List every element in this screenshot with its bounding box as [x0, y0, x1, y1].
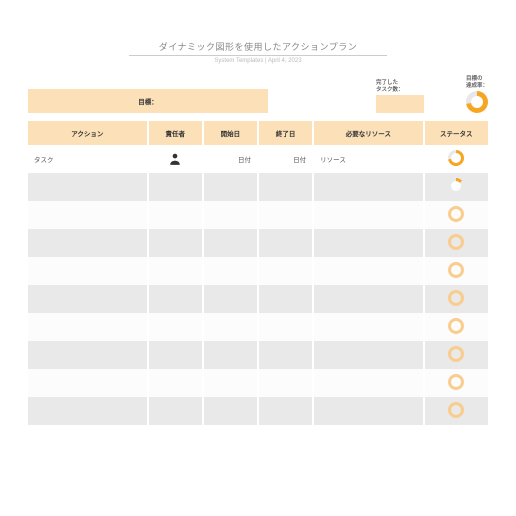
cell-action[interactable] [28, 201, 148, 229]
cell-end[interactable] [258, 229, 313, 257]
cell-person[interactable] [148, 145, 203, 173]
status-ring-icon [448, 290, 464, 306]
page-subtitle: System Templates | April 4, 2023 [28, 58, 488, 64]
col-resource: 必要なリソース [313, 121, 423, 145]
cell-person[interactable] [148, 229, 203, 257]
cell-status[interactable] [424, 229, 488, 257]
cell-action[interactable] [28, 229, 148, 257]
cell-action[interactable] [28, 313, 148, 341]
cell-person[interactable] [148, 201, 203, 229]
table-row[interactable] [28, 257, 488, 285]
table-row[interactable] [28, 397, 488, 425]
cell-person[interactable] [148, 397, 203, 425]
cell-start[interactable] [203, 341, 258, 369]
table-row[interactable] [28, 285, 488, 313]
person-icon [168, 152, 182, 166]
cell-resource[interactable] [313, 369, 423, 397]
completed-tasks-label: 完了した タスク数： [376, 80, 424, 93]
cell-person[interactable] [148, 285, 203, 313]
cell-resource[interactable] [313, 201, 423, 229]
cell-action[interactable] [28, 257, 148, 285]
cell-person[interactable] [148, 257, 203, 285]
cell-resource[interactable] [313, 285, 423, 313]
table-row[interactable] [28, 201, 488, 229]
cell-end[interactable] [258, 257, 313, 285]
cell-start[interactable] [203, 285, 258, 313]
goal-box[interactable]: 目標： [28, 89, 268, 113]
cell-action[interactable] [28, 173, 148, 201]
cell-status[interactable] [424, 397, 488, 425]
cell-status[interactable] [424, 341, 488, 369]
status-ring-icon [448, 374, 464, 390]
cell-start[interactable] [203, 229, 258, 257]
cell-end[interactable] [258, 369, 313, 397]
cell-status[interactable] [424, 369, 488, 397]
completed-tasks-box[interactable] [376, 95, 424, 113]
cell-action[interactable] [28, 369, 148, 397]
cell-resource[interactable] [313, 173, 423, 201]
table-row[interactable] [28, 369, 488, 397]
cell-resource[interactable] [313, 397, 423, 425]
cell-end[interactable] [258, 285, 313, 313]
col-action: アクション [28, 121, 148, 145]
cell-end[interactable] [258, 201, 313, 229]
col-start: 開始日 [203, 121, 258, 145]
status-ring-icon [448, 234, 464, 250]
page-title: ダイナミック図形を使用したアクションプラン [129, 40, 388, 56]
cell-resource[interactable] [313, 257, 423, 285]
col-end: 終了日 [258, 121, 313, 145]
cell-end[interactable]: 日付 [258, 145, 313, 173]
action-table: アクション 責任者 開始日 終了日 必要なリソース ステータス タスク日付日付リ… [28, 121, 488, 425]
cell-person[interactable] [148, 369, 203, 397]
cell-status[interactable] [424, 201, 488, 229]
cell-status[interactable] [424, 145, 488, 173]
cell-action[interactable] [28, 341, 148, 369]
cell-start[interactable]: 日付 [203, 145, 258, 173]
cell-start[interactable] [203, 257, 258, 285]
topbar: 目標： 完了した タスク数： 目標の 達成率： [28, 76, 488, 113]
col-person: 責任者 [148, 121, 203, 145]
table-row[interactable] [28, 313, 488, 341]
status-ring-icon [448, 206, 464, 222]
table-row[interactable] [28, 173, 488, 201]
cell-resource[interactable] [313, 341, 423, 369]
status-ring-icon [448, 178, 464, 194]
table-header-row: アクション 責任者 開始日 終了日 必要なリソース ステータス [28, 121, 488, 145]
cell-start[interactable] [203, 397, 258, 425]
cell-person[interactable] [148, 313, 203, 341]
status-ring-icon [448, 262, 464, 278]
cell-end[interactable] [258, 397, 313, 425]
cell-status[interactable] [424, 257, 488, 285]
status-ring-icon [448, 346, 464, 362]
cell-resource[interactable]: リソース [313, 145, 423, 173]
cell-end[interactable] [258, 341, 313, 369]
table-row[interactable] [28, 229, 488, 257]
cell-end[interactable] [258, 313, 313, 341]
cell-start[interactable] [203, 201, 258, 229]
cell-resource[interactable] [313, 229, 423, 257]
status-ring-icon [448, 402, 464, 418]
table-row[interactable]: タスク日付日付リソース [28, 145, 488, 173]
cell-action[interactable]: タスク [28, 145, 148, 173]
cell-start[interactable] [203, 369, 258, 397]
cell-resource[interactable] [313, 313, 423, 341]
achievement-label: 目標の 達成率： [466, 76, 488, 89]
status-ring-icon [448, 318, 464, 334]
table-row[interactable] [28, 341, 488, 369]
achievement-donut [466, 91, 488, 113]
status-ring-icon [448, 150, 464, 166]
cell-action[interactable] [28, 285, 148, 313]
cell-status[interactable] [424, 173, 488, 201]
cell-start[interactable] [203, 313, 258, 341]
cell-person[interactable] [148, 341, 203, 369]
cell-end[interactable] [258, 173, 313, 201]
cell-status[interactable] [424, 285, 488, 313]
cell-action[interactable] [28, 397, 148, 425]
col-status: ステータス [424, 121, 488, 145]
cell-status[interactable] [424, 313, 488, 341]
cell-start[interactable] [203, 173, 258, 201]
cell-person[interactable] [148, 173, 203, 201]
